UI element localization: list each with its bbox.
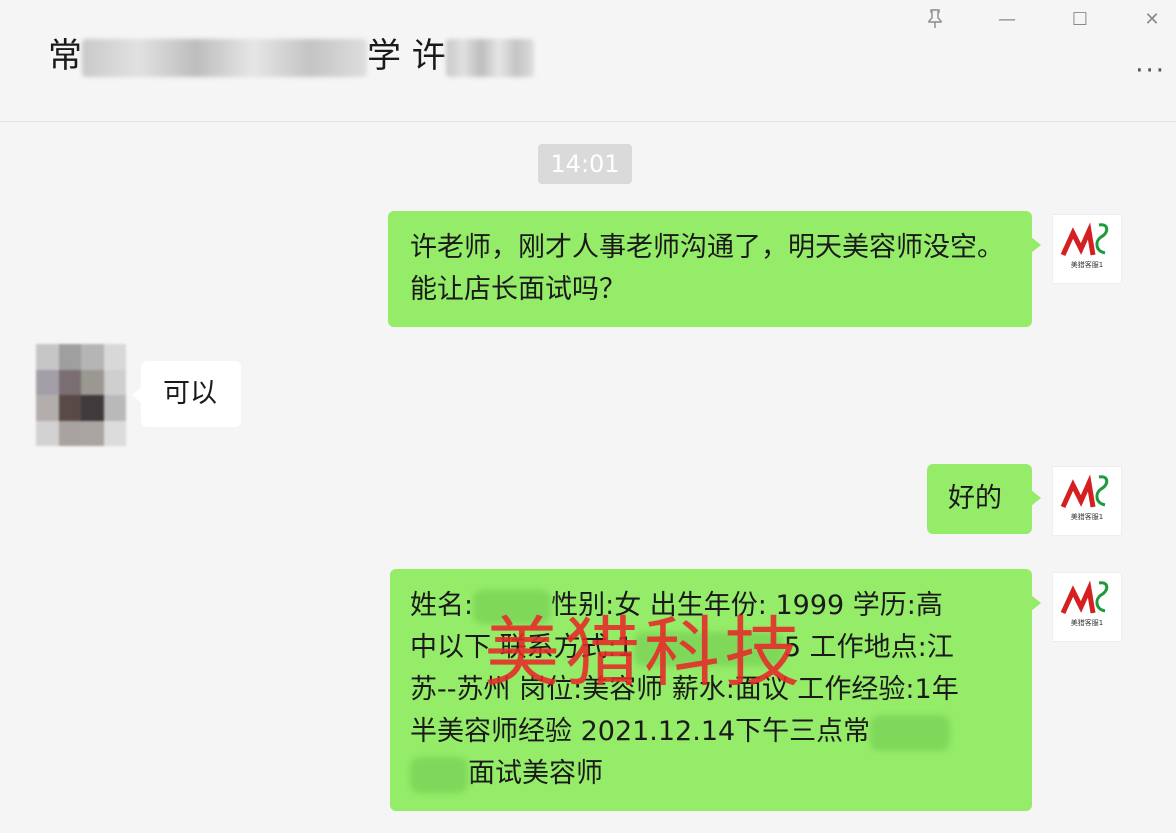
ml-logo-icon bbox=[1060, 222, 1109, 257]
redacted-surname bbox=[445, 38, 534, 77]
watermark: 美猎科技 bbox=[484, 608, 804, 697]
message-timestamp: 14:01 bbox=[538, 144, 632, 184]
contact-avatar[interactable] bbox=[36, 344, 126, 446]
close-button[interactable]: ✕ bbox=[1135, 6, 1169, 32]
chat-title: 常学 许 bbox=[48, 30, 534, 86]
my-avatar[interactable]: 美猎客服1 bbox=[1052, 214, 1122, 284]
maximize-button[interactable]: ☐ bbox=[1063, 6, 1097, 32]
minimize-button[interactable]: — bbox=[990, 6, 1024, 32]
chat-title-start: 常 bbox=[48, 36, 82, 76]
redacted-name bbox=[82, 38, 367, 77]
redacted-text bbox=[870, 714, 951, 751]
more-options-button[interactable]: ··· bbox=[1135, 56, 1166, 86]
message-line: 半美容师经验 2021.12.14下午三点常 bbox=[410, 711, 1012, 753]
message-bubble-sent[interactable]: 好的 bbox=[927, 464, 1041, 534]
message-line: 面试美容师 bbox=[410, 753, 1012, 795]
chat-title-mid: 学 许 bbox=[367, 36, 446, 76]
my-avatar[interactable]: 美猎客服1 bbox=[1052, 572, 1122, 642]
redacted-text bbox=[410, 756, 468, 793]
ml-logo-icon bbox=[1060, 580, 1109, 615]
chat-header: 常 学 许 — ☐ ✕ ··· bbox=[0, 0, 1176, 122]
avatar-caption: 美猎客服1 bbox=[1070, 513, 1104, 521]
message-bubble-received[interactable]: 可以 bbox=[132, 361, 241, 427]
ml-logo-icon bbox=[1060, 474, 1109, 509]
avatar-caption: 美猎客服1 bbox=[1070, 261, 1104, 269]
pin-icon[interactable] bbox=[918, 6, 952, 32]
message-bubble-sent[interactable]: 许老师，刚才人事老师沟通了，明天美容师没空。能让店长面试吗？ bbox=[388, 211, 1041, 327]
avatar-caption: 美猎客服1 bbox=[1070, 619, 1104, 627]
my-avatar[interactable]: 美猎客服1 bbox=[1052, 466, 1122, 536]
